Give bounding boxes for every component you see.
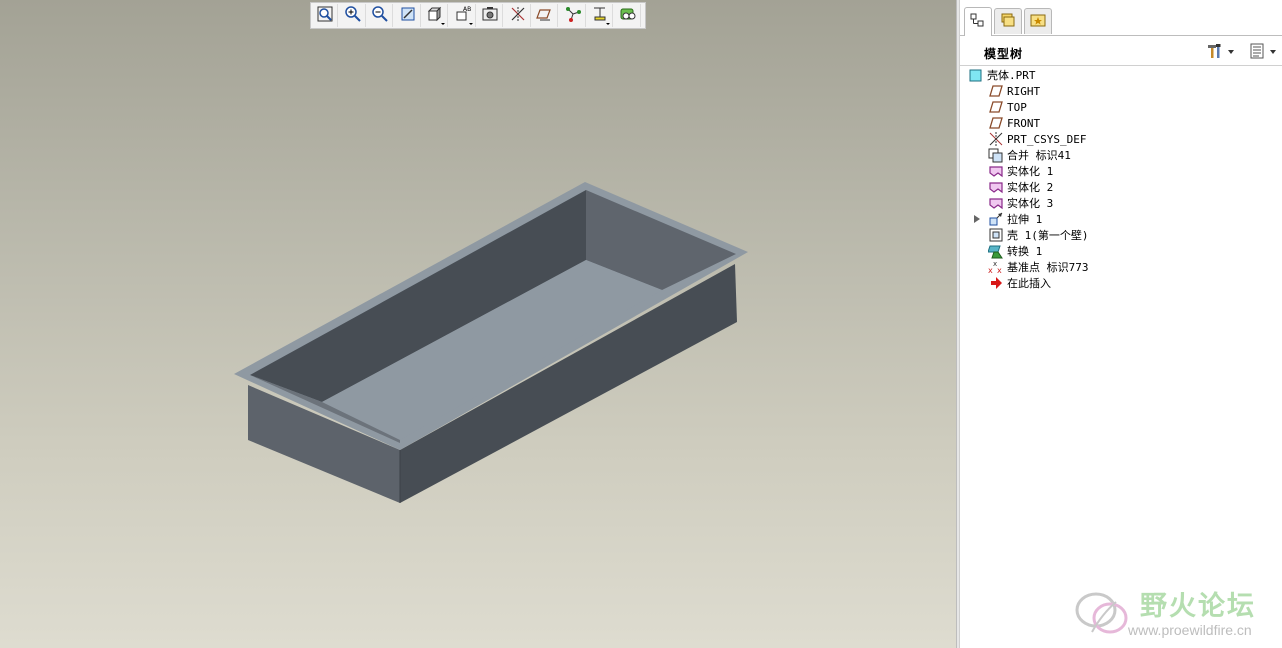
layers-camera-icon — [481, 5, 499, 26]
zoom-in-button[interactable] — [341, 4, 366, 27]
folder-browser-tab-icon — [999, 11, 1017, 32]
tree-node-top[interactable]: TOP — [988, 99, 1027, 115]
tree-node-part[interactable]: 壳体.PRT — [968, 67, 1036, 83]
insert-here-icon — [988, 275, 1004, 291]
navigator-panel: 模型树 壳体.PRT RIGHT TOP FRONT PRT_CSYS_DEF … — [960, 0, 1282, 648]
tree-node-solidify-1[interactable]: 实体化 1 — [988, 163, 1053, 179]
tree-show-button[interactable] — [1248, 42, 1278, 62]
layers-camera-button[interactable] — [478, 4, 503, 27]
datum-plane-icon — [988, 83, 1004, 99]
model-tree-title: 模型树 — [984, 47, 1024, 61]
saved-views-button[interactable]: AB — [451, 4, 476, 27]
shell-part-model[interactable] — [0, 0, 956, 648]
watermark: 野火论坛 www.proewildfire.cn — [1070, 580, 1282, 648]
datum-axes-icon — [536, 5, 554, 26]
tree-node-solidify-3[interactable]: 实体化 3 — [988, 195, 1053, 211]
watermark-title: 野火论坛 — [1140, 591, 1256, 622]
csys-icon — [988, 131, 1004, 147]
svg-text:AB: AB — [463, 6, 471, 13]
tree-node-insert-here[interactable]: 在此插入 — [988, 275, 1051, 291]
svg-text:x: x — [993, 260, 997, 268]
tree-node-csys[interactable]: PRT_CSYS_DEF — [988, 131, 1086, 147]
zoom-out-icon — [371, 5, 389, 26]
tools-icon — [1206, 42, 1224, 63]
datum-axes-button[interactable] — [533, 4, 558, 27]
zoom-fit-button[interactable] — [313, 4, 338, 27]
tree-node-merge[interactable]: 合并 标识41 — [988, 147, 1071, 163]
view-toolbar: AB — [310, 2, 646, 29]
zoom-out-button[interactable] — [368, 4, 393, 27]
datum-planes-icon — [509, 5, 527, 26]
tree-node-datum-point[interactable]: xxx 基准点 标识773 — [988, 259, 1089, 275]
tree-node-shell-1[interactable]: 壳 1(第一个壁) — [988, 227, 1089, 243]
shell-icon — [988, 227, 1004, 243]
watermark-url: www.proewildfire.cn — [1128, 622, 1252, 638]
datum-plane-icon — [988, 99, 1004, 115]
svg-text:x: x — [997, 266, 1002, 275]
tree-node-right[interactable]: RIGHT — [988, 83, 1040, 99]
solidify-icon — [988, 195, 1004, 211]
tab-model-tree[interactable] — [964, 7, 992, 36]
zoom-fit-icon — [316, 5, 334, 26]
datum-point-icon: xxx — [988, 259, 1004, 275]
datum-points-button[interactable] — [561, 4, 586, 27]
model-tree-tab-icon — [969, 12, 987, 33]
coordinate-system-button[interactable] — [588, 4, 613, 27]
convert-icon — [988, 243, 1004, 259]
tab-favorites[interactable] — [1024, 8, 1052, 34]
shading-button[interactable] — [423, 4, 448, 27]
expand-arrow-icon[interactable] — [974, 215, 980, 223]
navigator-tabs — [960, 6, 1282, 36]
datum-planes-button[interactable] — [506, 4, 531, 27]
tree-node-front[interactable]: FRONT — [988, 115, 1040, 131]
datum-points-icon — [564, 5, 582, 26]
favorites-tab-icon — [1029, 11, 1047, 32]
annotations-icon — [619, 5, 637, 26]
repaint-icon — [399, 5, 417, 26]
graphics-viewport[interactable]: AB — [0, 0, 956, 648]
tree-node-extrude-1[interactable]: 拉伸 1 — [974, 211, 1042, 227]
solidify-icon — [988, 163, 1004, 179]
repaint-button[interactable] — [396, 4, 421, 27]
zoom-in-icon — [344, 5, 362, 26]
watermark-logo-icon — [1075, 592, 1128, 634]
solidify-icon — [988, 179, 1004, 195]
model-tree-header: 模型树 — [960, 36, 1282, 66]
annotations-button[interactable] — [616, 4, 641, 27]
chevron-down-icon — [1228, 50, 1234, 54]
chevron-down-icon — [1270, 50, 1276, 54]
datum-plane-icon — [988, 115, 1004, 131]
tree-settings-button[interactable] — [1206, 42, 1236, 62]
list-icon — [1248, 42, 1266, 63]
part-icon — [968, 67, 984, 83]
extrude-icon — [988, 211, 1004, 227]
merge-icon — [988, 147, 1004, 163]
tree-node-convert-1[interactable]: 转换 1 — [988, 243, 1042, 259]
tree-node-solidify-2[interactable]: 实体化 2 — [988, 179, 1053, 195]
tab-folder-browser[interactable] — [994, 8, 1022, 34]
